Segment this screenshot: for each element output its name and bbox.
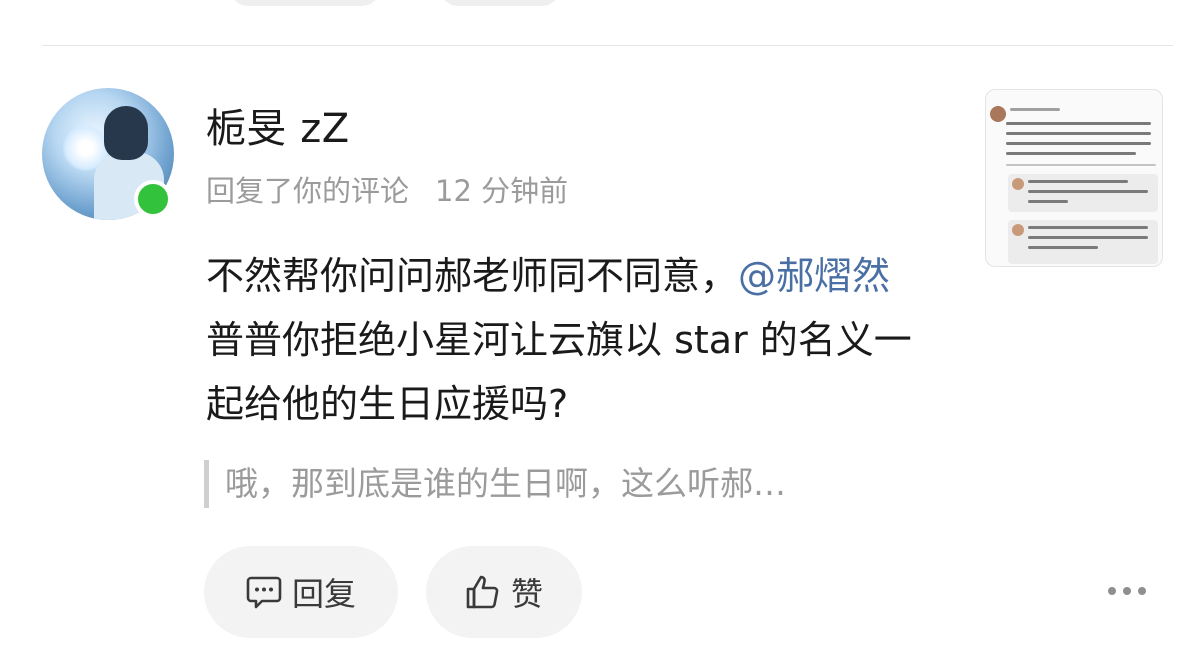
username[interactable]: 栀旻 zZ <box>206 96 350 154</box>
thumbnail-line <box>1006 152 1136 155</box>
thumbnail-avatar-small <box>1012 224 1024 236</box>
thumbnail-line <box>1010 108 1060 111</box>
mention-link[interactable]: @郝熠然 <box>738 254 890 298</box>
comment-meta: 回复了你的评论 12 分钟前 <box>206 168 568 210</box>
thumbnail-avatar-small <box>1012 178 1024 190</box>
comment-text-part2: 普普你拒绝小星河让云旗以 star 的名义一起给他的生日应援吗? <box>206 318 912 426</box>
like-label: 赞 <box>510 575 543 613</box>
thumbnail-line <box>1006 142 1151 145</box>
thumbnail-line <box>1006 132 1151 135</box>
timestamp: 12 分钟前 <box>435 174 569 208</box>
thumbnail-line <box>1028 226 1148 229</box>
thumbnail-line <box>1028 200 1068 203</box>
thumbnail-line <box>1006 122 1151 125</box>
thumbnail-line <box>1028 246 1098 249</box>
thumbnail-avatar <box>990 106 1006 122</box>
quoted-comment[interactable]: 哦，那到底是谁的生日啊，这么听郝… <box>204 460 964 508</box>
thumbs-up-icon <box>465 574 501 610</box>
reply-label: 回复 <box>291 575 356 613</box>
thumbnail-line <box>1028 190 1148 193</box>
top-pill-right[interactable] <box>440 0 560 6</box>
like-button[interactable]: 赞 <box>426 546 582 638</box>
reply-button[interactable]: 回复 <box>204 546 398 638</box>
comment-bubble-icon <box>246 575 282 609</box>
comment-text: 不然帮你问问郝老师同不同意，@郝熠然 普普你拒绝小星河让云旗以 star 的名义… <box>206 244 936 436</box>
thumbnail-line <box>1006 164 1156 166</box>
comment-screenshot-thumbnail[interactable] <box>985 89 1163 267</box>
avatar-head <box>104 106 148 160</box>
divider <box>42 45 1173 46</box>
thumbnail-line <box>1028 180 1128 183</box>
comment-text-part1: 不然帮你问问郝老师同不同意， <box>206 254 739 298</box>
thumbnail-line <box>1028 236 1148 239</box>
online-status-dot <box>134 180 172 218</box>
action-text: 回复了你的评论 <box>206 174 410 208</box>
top-pill-left[interactable] <box>230 0 380 6</box>
more-dots-icon[interactable] <box>1108 583 1148 599</box>
